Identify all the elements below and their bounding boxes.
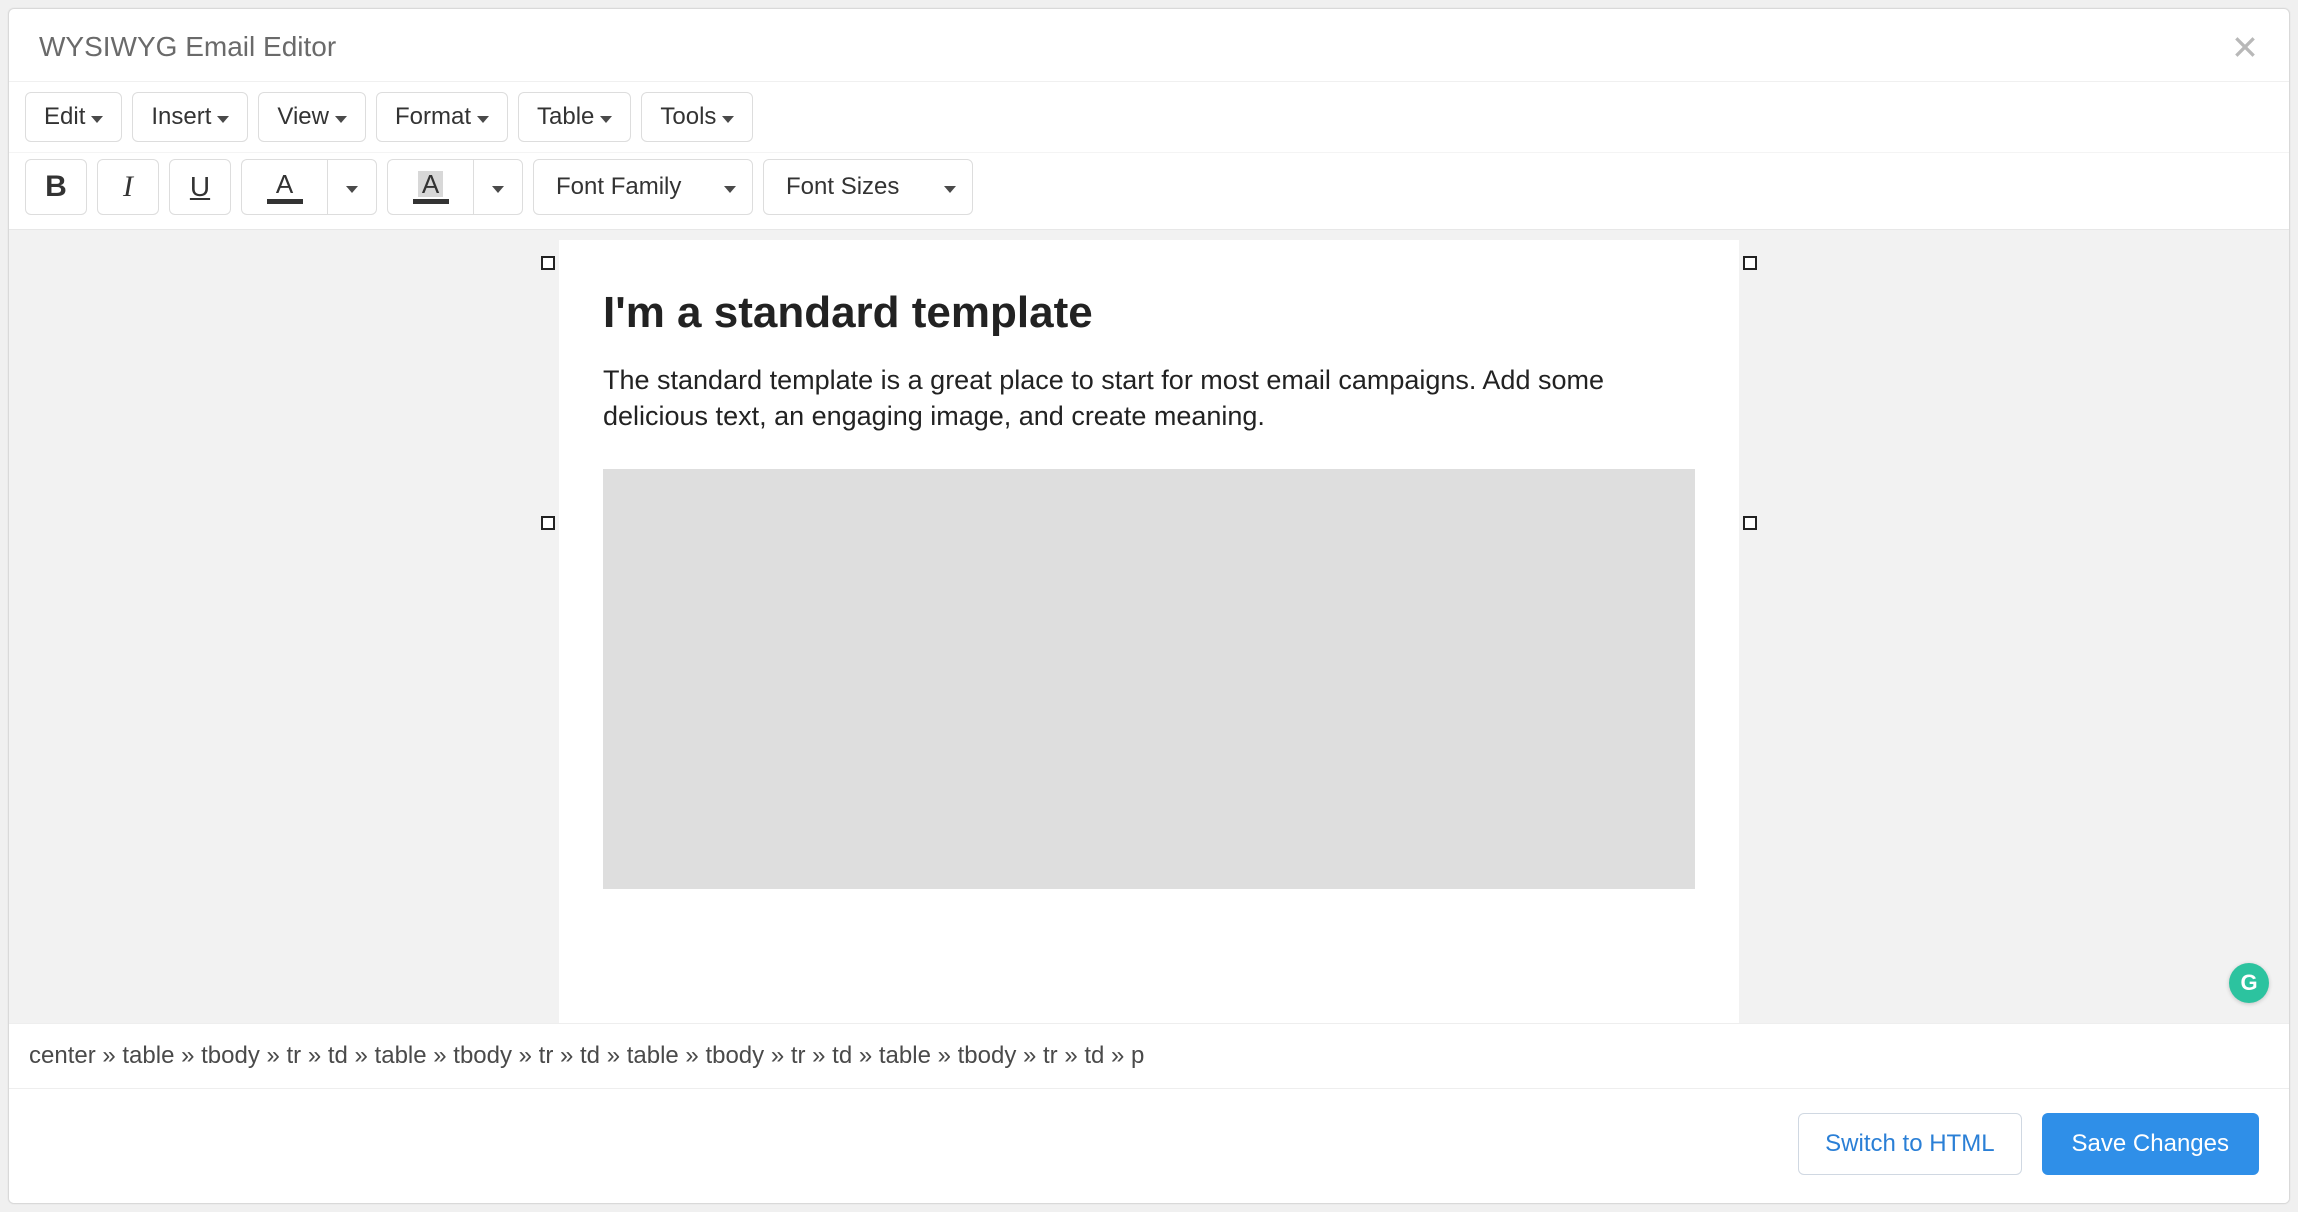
menu-tools[interactable]: Tools bbox=[641, 92, 753, 142]
font-family-label: Font Family bbox=[556, 173, 681, 201]
menubar: Edit Insert View Format Table Tools bbox=[9, 82, 2289, 153]
editor-canvas[interactable]: I'm a standard template The standard tem… bbox=[9, 230, 2289, 1023]
caret-down-icon bbox=[492, 186, 504, 193]
font-family-select[interactable]: Font Family bbox=[533, 159, 753, 215]
text-color-dropdown[interactable] bbox=[327, 159, 377, 215]
menu-tools-label: Tools bbox=[660, 103, 716, 131]
font-size-label: Font Sizes bbox=[786, 173, 899, 201]
menu-insert-label: Insert bbox=[151, 103, 211, 131]
menu-edit[interactable]: Edit bbox=[25, 92, 122, 142]
bg-color-dropdown[interactable] bbox=[473, 159, 523, 215]
grammarly-badge[interactable]: G bbox=[2229, 963, 2269, 1003]
modal-title: WYSIWYG Email Editor bbox=[39, 31, 2231, 63]
caret-down-icon bbox=[346, 186, 358, 193]
menu-format[interactable]: Format bbox=[376, 92, 508, 142]
caret-down-icon bbox=[724, 186, 736, 193]
caret-down-icon bbox=[600, 116, 612, 123]
font-size-select[interactable]: Font Sizes bbox=[763, 159, 973, 215]
caret-down-icon bbox=[335, 116, 347, 123]
underline-button[interactable]: U bbox=[169, 159, 231, 215]
modal-footer: Switch to HTML Save Changes bbox=[9, 1088, 2289, 1203]
menu-table[interactable]: Table bbox=[518, 92, 631, 142]
modal-header: WYSIWYG Email Editor bbox=[9, 9, 2289, 82]
format-toolbar: B I U A A bbox=[9, 153, 2289, 230]
wysiwyg-editor-modal: WYSIWYG Email Editor Edit Insert View Fo… bbox=[8, 8, 2290, 1204]
caret-down-icon bbox=[944, 186, 956, 193]
bold-button[interactable]: B bbox=[25, 159, 87, 215]
text-color-icon: A bbox=[267, 171, 303, 204]
selection-handle-tl[interactable] bbox=[541, 256, 555, 270]
menu-insert[interactable]: Insert bbox=[132, 92, 248, 142]
text-color-button[interactable]: A bbox=[241, 159, 327, 215]
document-heading[interactable]: I'm a standard template bbox=[603, 288, 1695, 338]
close-icon bbox=[2232, 34, 2258, 60]
close-button[interactable] bbox=[2231, 33, 2259, 61]
italic-button[interactable]: I bbox=[97, 159, 159, 215]
underline-icon: U bbox=[190, 171, 210, 203]
element-path-bar[interactable]: center » table » tbody » tr » td » table… bbox=[9, 1023, 2289, 1088]
bg-color-button[interactable]: A bbox=[387, 159, 473, 215]
selection-handle-bl[interactable] bbox=[541, 516, 555, 530]
caret-down-icon bbox=[722, 116, 734, 123]
menu-format-label: Format bbox=[395, 103, 471, 131]
menu-table-label: Table bbox=[537, 103, 594, 131]
caret-down-icon bbox=[217, 116, 229, 123]
bold-icon: B bbox=[45, 170, 67, 204]
menu-view-label: View bbox=[277, 103, 329, 131]
text-color-split: A bbox=[241, 159, 377, 215]
grammarly-icon: G bbox=[2240, 970, 2257, 996]
save-changes-button[interactable]: Save Changes bbox=[2042, 1113, 2259, 1175]
menu-view[interactable]: View bbox=[258, 92, 366, 142]
bg-color-icon: A bbox=[413, 171, 449, 204]
image-placeholder[interactable] bbox=[603, 469, 1695, 889]
email-document[interactable]: I'm a standard template The standard tem… bbox=[559, 240, 1739, 1023]
switch-to-html-button[interactable]: Switch to HTML bbox=[1798, 1113, 2021, 1175]
selection-handle-tr[interactable] bbox=[1743, 256, 1757, 270]
menu-edit-label: Edit bbox=[44, 103, 85, 131]
italic-icon: I bbox=[123, 170, 133, 204]
selection-handle-br[interactable] bbox=[1743, 516, 1757, 530]
bg-color-split: A bbox=[387, 159, 523, 215]
caret-down-icon bbox=[477, 116, 489, 123]
document-paragraph[interactable]: The standard template is a great place t… bbox=[603, 362, 1695, 435]
caret-down-icon bbox=[91, 116, 103, 123]
